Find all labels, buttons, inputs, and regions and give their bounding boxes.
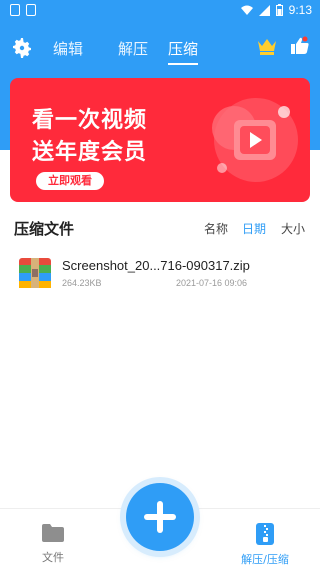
notification-icon-2 — [26, 4, 36, 16]
battery-icon — [275, 4, 283, 16]
banner-headline-2: 送年度会员 — [32, 140, 148, 165]
tab-unzip[interactable]: 解压 — [118, 38, 148, 59]
zip-file-icon — [256, 523, 274, 545]
file-size: 264.23KB — [62, 278, 102, 288]
status-time: 9:13 — [288, 3, 312, 17]
gear-icon[interactable] — [10, 36, 34, 60]
file-list-item[interactable]: Screenshot_20...716-090317.zip 264.23KB … — [0, 248, 320, 298]
banner-headline-1: 看一次视频 — [32, 108, 148, 133]
crown-icon[interactable] — [256, 36, 278, 56]
plus-icon-vertical — [157, 501, 163, 533]
wifi-icon — [240, 5, 253, 15]
video-illustration-icon — [212, 98, 298, 182]
sort-by-size[interactable]: 大小 — [281, 220, 305, 237]
tab-zip-label: 压缩 — [168, 40, 199, 58]
tab-zip[interactable]: 压缩 — [168, 38, 199, 65]
notification-icon — [10, 4, 20, 16]
sort-by-date[interactable]: 日期 — [242, 220, 266, 237]
sort-by-name[interactable]: 名称 — [204, 220, 228, 237]
nav-zip-unzip[interactable]: 解压/压缩 — [232, 523, 298, 567]
banner-watch-button[interactable]: 立即观看 — [36, 172, 104, 190]
zip-archive-icon — [19, 258, 51, 288]
folder-icon — [42, 524, 64, 542]
section-title: 压缩文件 — [14, 220, 75, 238]
thumbs-up-icon[interactable] — [290, 36, 310, 56]
status-bar: 9:13 — [0, 0, 320, 22]
add-button[interactable] — [126, 483, 194, 551]
promo-banner[interactable]: 看一次视频 送年度会员 立即观看 — [10, 78, 310, 202]
nav-zip-label: 解压/压缩 — [241, 553, 289, 566]
top-bar: 编辑 解压 压缩 — [0, 30, 320, 66]
signal-icon — [258, 4, 270, 16]
tab-active-indicator — [168, 63, 199, 65]
tab-edit[interactable]: 编辑 — [53, 38, 83, 59]
nav-files[interactable]: 文件 — [33, 523, 73, 565]
file-date: 2021-07-16 09:06 — [176, 278, 248, 288]
file-name: Screenshot_20...716-090317.zip — [62, 258, 250, 273]
nav-files-label: 文件 — [42, 551, 64, 564]
